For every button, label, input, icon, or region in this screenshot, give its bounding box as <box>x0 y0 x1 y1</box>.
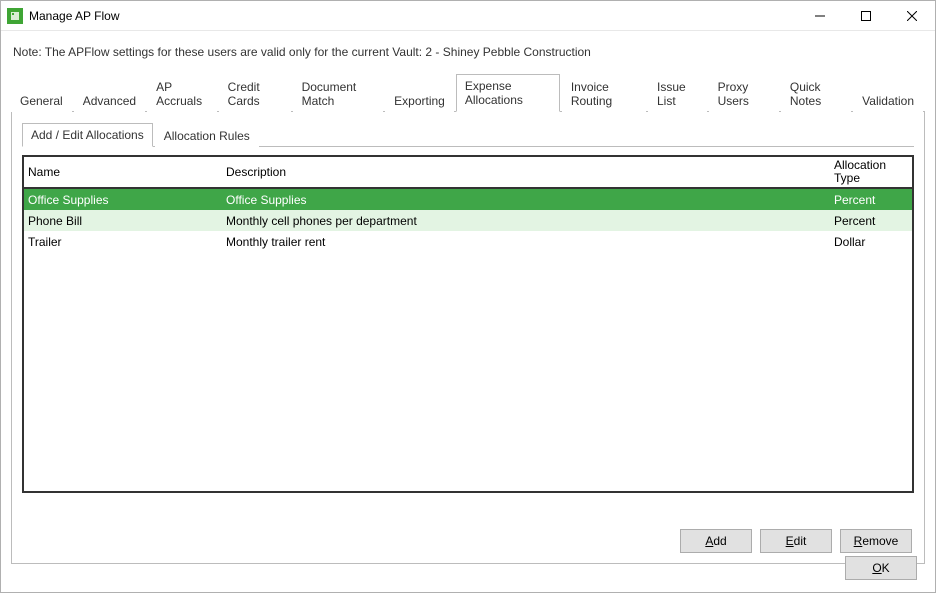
tab-quick-notes[interactable]: Quick Notes <box>781 75 851 112</box>
header-allocation-type[interactable]: Allocation Type <box>832 157 912 187</box>
remove-button[interactable]: Remove <box>840 529 912 553</box>
tab-ap-accruals[interactable]: AP Accruals <box>147 75 217 112</box>
cell-allocation-type: Percent <box>832 193 912 207</box>
minimize-button[interactable] <box>797 1 843 31</box>
tab-validation[interactable]: Validation <box>853 89 923 112</box>
tab-expense-allocations[interactable]: Expense Allocations <box>456 74 560 112</box>
cell-name: Trailer <box>24 235 222 249</box>
subtab-allocation-rules[interactable]: Allocation Rules <box>155 124 259 147</box>
cell-name: Office Supplies <box>24 193 222 207</box>
tab-credit-cards[interactable]: Credit Cards <box>219 75 291 112</box>
grid-header: Name Description Allocation Type <box>24 157 912 189</box>
cell-allocation-type: Dollar <box>832 235 912 249</box>
cell-description: Monthly cell phones per department <box>222 214 832 228</box>
tab-issue-list[interactable]: Issue List <box>648 75 707 112</box>
sub-tabstrip: Add / Edit AllocationsAllocation Rules <box>22 122 914 147</box>
table-row[interactable]: Office SuppliesOffice SuppliesPercent <box>24 189 912 210</box>
client-area: Note: The APFlow settings for these user… <box>1 31 935 592</box>
cell-allocation-type: Percent <box>832 214 912 228</box>
titlebar: Manage AP Flow <box>1 1 935 31</box>
tab-page-expense-allocations: Add / Edit AllocationsAllocation Rules N… <box>11 112 925 564</box>
cell-name: Phone Bill <box>24 214 222 228</box>
tab-general[interactable]: General <box>11 89 72 112</box>
add-button[interactable]: Add <box>680 529 752 553</box>
subtab-add-edit-allocations[interactable]: Add / Edit Allocations <box>22 123 153 147</box>
tab-document-match[interactable]: Document Match <box>293 75 384 112</box>
allocations-grid[interactable]: Name Description Allocation Type Office … <box>22 155 914 493</box>
tab-proxy-users[interactable]: Proxy Users <box>709 75 779 112</box>
tab-invoice-routing[interactable]: Invoice Routing <box>562 75 646 112</box>
edit-button[interactable]: Edit <box>760 529 832 553</box>
main-tabstrip: GeneralAdvancedAP AccrualsCredit CardsDo… <box>11 73 925 112</box>
window-title: Manage AP Flow <box>29 9 797 23</box>
table-row[interactable]: TrailerMonthly trailer rentDollar <box>24 231 912 252</box>
cell-description: Monthly trailer rent <box>222 235 832 249</box>
ok-button[interactable]: OK <box>845 556 917 580</box>
maximize-button[interactable] <box>843 1 889 31</box>
grid-body: Office SuppliesOffice SuppliesPercentPho… <box>24 189 912 252</box>
close-button[interactable] <box>889 1 935 31</box>
cell-description: Office Supplies <box>222 193 832 207</box>
header-description[interactable]: Description <box>222 165 832 179</box>
note-text: Note: The APFlow settings for these user… <box>11 39 925 73</box>
tab-exporting[interactable]: Exporting <box>385 89 454 112</box>
app-icon <box>7 8 23 24</box>
table-row[interactable]: Phone BillMonthly cell phones per depart… <box>24 210 912 231</box>
tab-advanced[interactable]: Advanced <box>74 89 145 112</box>
header-name[interactable]: Name <box>24 165 222 179</box>
